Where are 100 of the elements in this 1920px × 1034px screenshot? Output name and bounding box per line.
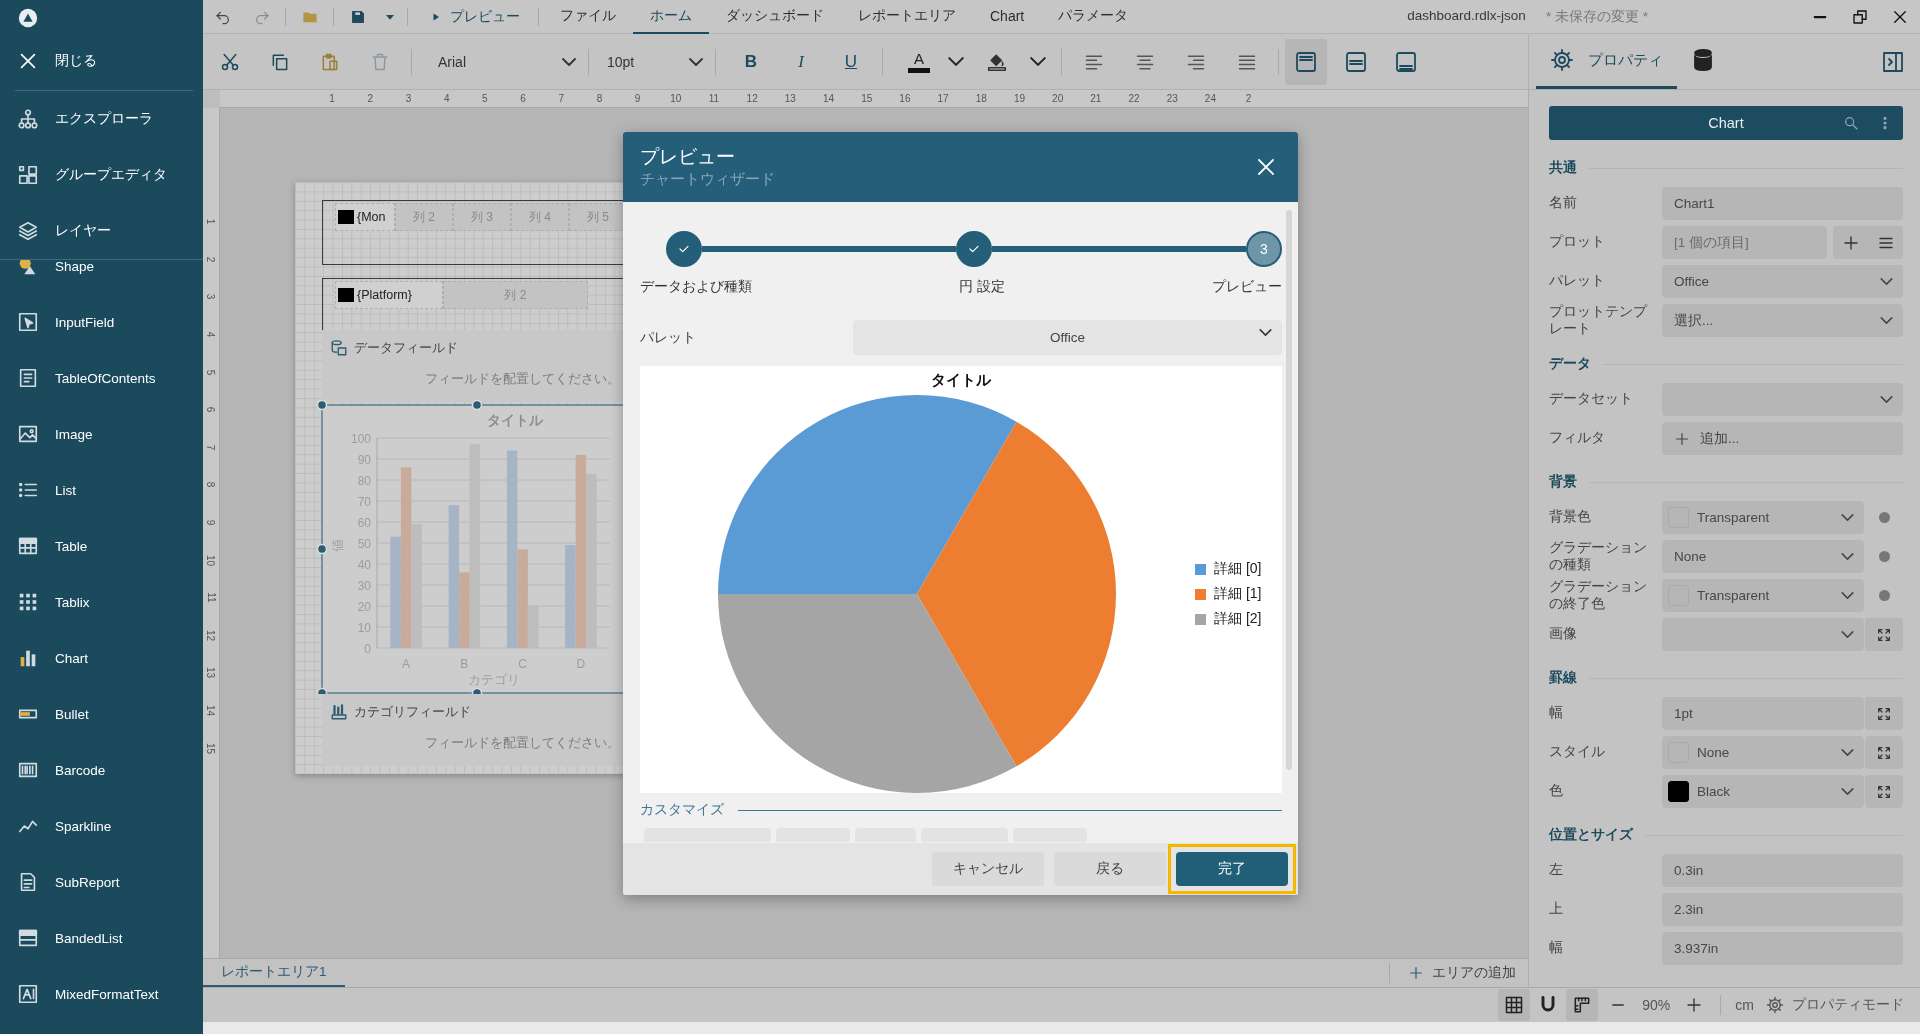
finish-button[interactable]: 完了 [1176,852,1288,886]
ruler-number: 4 [205,331,217,338]
chevron-down-icon[interactable] [948,57,964,66]
ruler-number: 1 [328,93,336,104]
swatch-icon [338,288,354,302]
sidebar-item[interactable]: SubReport [0,854,203,910]
layout-button[interactable] [1285,38,1327,85]
dropdown[interactable]: Transparent [1662,501,1864,534]
resize-handle[interactable] [317,543,328,555]
property-mode-button[interactable]: プロパティモード [1766,996,1904,1014]
sidebar-item[interactable]: Image [0,406,203,462]
field-label: データフィールド [354,339,458,357]
text-field[interactable]: Chart1 [1662,187,1903,220]
expand-button[interactable] [1865,736,1903,769]
font-size-select[interactable]: 10pt [601,43,709,80]
side-panel-icon[interactable] [1881,49,1905,74]
clipboard-icon[interactable] [320,51,340,72]
chevron-down-icon [1841,788,1854,795]
color-bar [908,67,930,73]
menu-tab[interactable]: レポートエリア [841,0,973,34]
dropdown[interactable]: None [1662,736,1864,769]
logo-icon[interactable] [17,7,39,29]
sidebar-item[interactable]: エクスプローラ [0,91,203,147]
sidebar-item[interactable]: レイヤー [0,203,203,259]
step-label: データおよび種類 [640,278,752,296]
plus-icon[interactable] [1841,233,1860,252]
menu-tab[interactable]: ダッシュボード [709,0,841,34]
scrollbar-thumb[interactable] [1286,210,1292,770]
sidebar-item[interactable]: TableOfContents [0,350,203,406]
sidebar-item[interactable]: MixedFormatText [0,966,203,1022]
menu-tab[interactable]: パラメータ [1041,0,1146,34]
step-label: プレビュー [1212,278,1282,296]
dialog-button[interactable]: キャンセル [932,852,1044,886]
sidebar-item[interactable]: Bullet [0,686,203,742]
hierarchy-icon [17,108,39,130]
sidebar-item[interactable]: BandedList [0,910,203,966]
text-field[interactable]: 3.937in [1662,932,1903,965]
ruler-number: 10 [205,554,217,566]
dropdown[interactable]: Office [1662,265,1903,298]
unsaved-status: * 未保存の変更 * [1545,7,1648,26]
expand-button[interactable] [1865,775,1903,808]
resize-handle[interactable] [317,687,328,694]
expand-button[interactable] [1865,618,1903,651]
text-field[interactable]: 2.3in [1662,893,1903,926]
text-field[interactable]: 1pt [1662,697,1864,730]
sidebar-item[interactable]: Chart [0,630,203,686]
property-label: 名前 [1549,195,1578,212]
ruler-number: 8 [205,482,217,488]
plus-icon[interactable] [1685,996,1704,1014]
dropdown[interactable]: Transparent [1662,579,1864,612]
select-value: 10pt [607,53,636,70]
unit-button[interactable]: cm [1729,997,1766,1013]
search-icon[interactable] [1843,115,1859,131]
save-icon[interactable] [349,8,366,25]
sidebar-item[interactable]: グループエディタ [0,147,203,203]
sidebar-item[interactable]: Barcode [0,742,203,798]
palette-dropdown[interactable]: Office [853,320,1282,355]
bold-button[interactable]: B [726,41,776,82]
add-filter-button[interactable]: 追加... [1662,422,1903,455]
ruler-number: 2 [1244,93,1253,104]
font-select[interactable]: Arial [432,43,582,80]
settings-icon [1550,48,1574,72]
ruler-number: 7 [205,444,217,451]
chevron-down-icon[interactable] [1030,57,1046,66]
close-button[interactable]: 閉じる [0,36,203,86]
chevron-down-icon [562,57,576,66]
sidebar-item[interactable]: List [0,462,203,518]
underline-button[interactable]: U [826,41,876,82]
expand-button[interactable] [1865,697,1903,730]
toggle-button[interactable] [1498,989,1531,1021]
ruler-number: 5 [481,93,489,104]
menu-tab[interactable]: ファイル [543,0,633,34]
dropdown[interactable]: None [1662,540,1864,573]
menu-tab[interactable]: Chart [973,0,1042,34]
sidebar-item[interactable]: Sparkline [0,798,203,854]
resize-handle[interactable] [317,400,328,411]
indicator-dot[interactable] [1878,590,1890,601]
ruler-number: 23 [1165,93,1179,104]
resize-handle[interactable] [471,400,483,411]
indicator-dot[interactable] [1878,512,1890,523]
sidebar-item[interactable]: Shape [0,260,203,294]
ruler-number: 22 [1127,93,1141,104]
scissors-icon[interactable] [220,51,240,72]
chevron-down-icon [1880,317,1893,324]
resize-handle[interactable] [471,687,483,694]
toggle-button[interactable] [1566,989,1599,1021]
property-label: パレット [1549,273,1606,290]
sidebar-item[interactable]: Table [0,518,203,574]
dropdown[interactable]: Black [1662,775,1864,808]
text-field[interactable]: 0.3in [1662,854,1903,887]
dialog-button[interactable]: 戻る [1054,852,1166,886]
indicator-dot[interactable] [1878,551,1890,562]
sidebar-item[interactable]: InputField [0,294,203,350]
font-color-button[interactable]: A [899,41,939,82]
restore-icon[interactable] [1851,7,1869,26]
sidebar-item[interactable]: Tablix [0,574,203,630]
header-layout-icon [1294,49,1318,74]
dropdown[interactable]: 選択... [1662,304,1903,337]
italic-button[interactable]: I [776,41,826,82]
preview-button[interactable]: プレビュー [412,0,534,34]
